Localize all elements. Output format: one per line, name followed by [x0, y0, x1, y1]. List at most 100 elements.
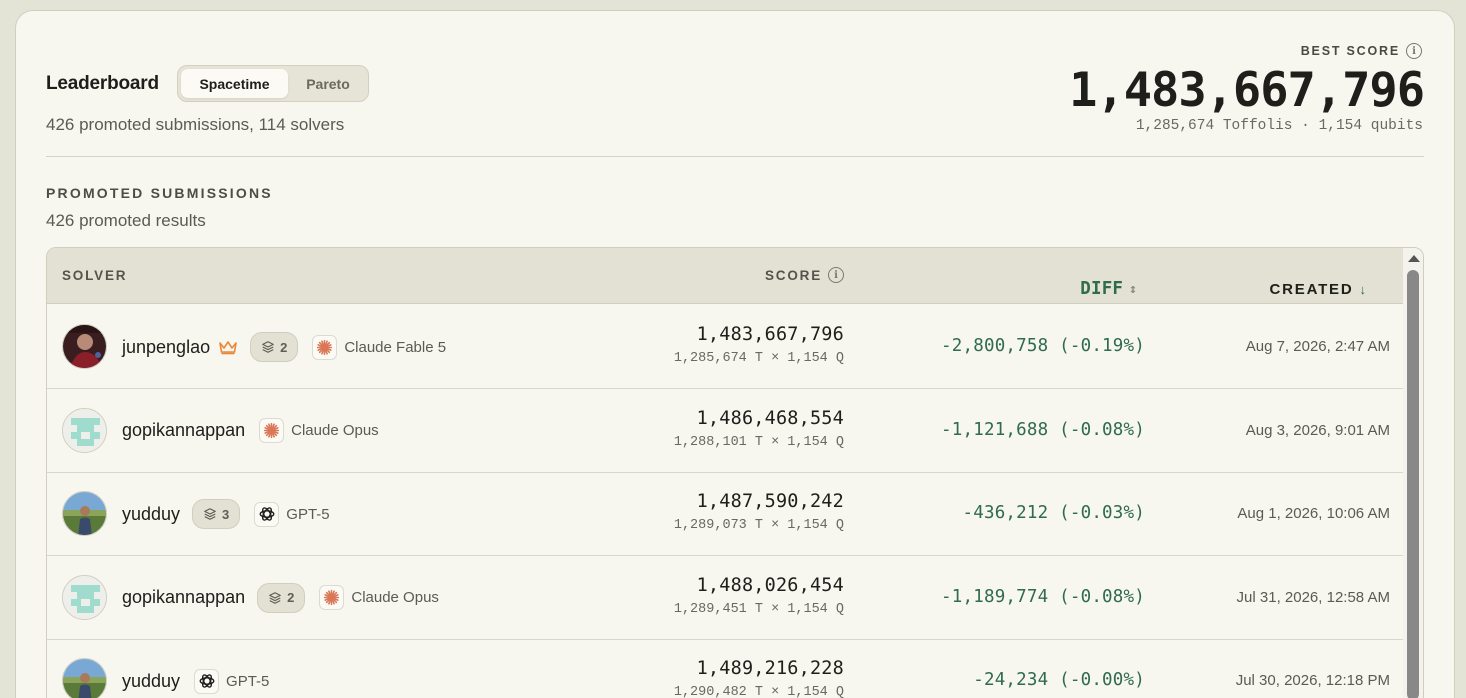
table-row[interactable]: yudduy GPT-5 1,489,216,228 1,290,482 T × 1,… [47, 639, 1405, 698]
model-name: Claude Opus [351, 589, 439, 606]
scrollbar[interactable] [1403, 248, 1423, 698]
column-score-label: SCORE [764, 267, 822, 283]
avatar[interactable] [62, 491, 107, 536]
score-cell: 1,483,667,796 1,285,674 T × 1,154 Q [674, 324, 844, 366]
solver-cell: yudduy 3 GPT-5 [122, 472, 330, 556]
table-header: SOLVER SCORE i DIFF ↕ CREATED ↓ [47, 248, 1405, 304]
solver-name[interactable]: gopikannappan [122, 587, 245, 608]
sort-desc-icon: ↓ [1359, 282, 1367, 297]
column-created[interactable]: CREATED ↓ [1270, 281, 1367, 298]
score-cell: 1,488,026,454 1,289,451 T × 1,154 Q [674, 575, 844, 617]
score-cell: 1,487,590,242 1,289,073 T × 1,154 Q [674, 491, 844, 533]
diff-value: -1,189,774 (-0.08%) [941, 586, 1145, 607]
model-tag: Claude Opus [259, 418, 379, 443]
layers-count: 2 [280, 339, 288, 355]
solver-cell: gopikannappan Claude Opus [122, 389, 379, 473]
avatar[interactable] [62, 324, 107, 369]
score-details: 1,290,482 T × 1,154 Q [673, 685, 844, 698]
diff-value: -1,121,688 (-0.08%) [941, 419, 1145, 440]
section-title: PROMOTED SUBMISSIONS [46, 185, 273, 201]
tab-pareto[interactable]: Pareto [290, 69, 366, 98]
leaderboard-card: Leaderboard Spacetime Pareto 426 promote… [15, 10, 1455, 698]
divider [46, 156, 1424, 157]
model-name: GPT-5 [286, 505, 330, 523]
score-cell: 1,489,216,228 1,290,482 T × 1,154 Q [674, 658, 844, 698]
leaderboard-summary: 426 promoted submissions, 114 solvers [46, 115, 345, 134]
solver-cell: yudduy GPT-5 [122, 639, 269, 698]
score-value: 1,483,667,796 [696, 324, 844, 345]
best-score-value: 1,483,667,796 [1069, 63, 1425, 118]
layers-count: 2 [287, 590, 295, 605]
tab-spacetime[interactable]: Spacetime [181, 69, 288, 98]
created-date: Aug 7, 2026, 2:47 AM [1245, 338, 1390, 355]
created-date: Jul 30, 2026, 12:18 PM [1235, 672, 1390, 689]
created-date: Jul 31, 2026, 12:58 AM [1236, 588, 1390, 606]
model-name: Claude Fable 5 [344, 338, 447, 356]
crown-icon [218, 339, 238, 355]
openai-icon [194, 668, 220, 694]
table-row[interactable]: junpenglao 2 Claude Fable 5 1,483,667,796 1,… [47, 305, 1405, 389]
column-score[interactable]: SCORE i [765, 267, 844, 283]
solver-name[interactable]: yudduy [122, 504, 180, 525]
column-diff[interactable]: DIFF ↕ [1080, 279, 1137, 299]
avatar[interactable] [62, 574, 107, 620]
claude-icon [259, 418, 285, 443]
score-details: 1,288,101 T × 1,154 Q [673, 434, 844, 450]
best-score-label-wrap: BEST SCORE i [1301, 43, 1422, 59]
avatar[interactable] [62, 407, 107, 453]
diff-value: -436,212 (-0.03%) [962, 503, 1145, 523]
layers-icon [261, 340, 275, 354]
column-created-label: CREATED [1269, 281, 1354, 298]
solver-name[interactable]: gopikannappan [122, 420, 245, 441]
claude-icon [312, 334, 338, 360]
model-tag: GPT-5 [194, 668, 270, 694]
diff-value: -24,234 (-0.00%) [973, 670, 1145, 690]
solver-name[interactable]: junpenglao [122, 337, 210, 358]
model-tag: Claude Fable 5 [312, 334, 447, 360]
claude-icon [319, 585, 345, 610]
column-solver[interactable]: SOLVER [62, 268, 127, 283]
model-tag: Claude Opus [319, 585, 439, 610]
solver-cell: junpenglao 2 Claude Fable 5 [122, 305, 446, 389]
openai-icon [254, 501, 280, 527]
submissions-table: SOLVER SCORE i DIFF ↕ CREATED ↓ junpengl… [46, 247, 1424, 698]
score-details: 1,289,073 T × 1,154 Q [673, 518, 844, 533]
model-name: Claude Opus [291, 422, 379, 439]
score-value: 1,487,590,242 [696, 491, 844, 512]
info-icon[interactable]: i [1406, 43, 1422, 59]
model-tag: GPT-5 [254, 501, 330, 527]
created-date: Aug 3, 2026, 9:01 AM [1245, 421, 1390, 439]
score-value: 1,488,026,454 [696, 574, 844, 596]
score-value: 1,489,216,228 [696, 658, 844, 679]
created-date: Aug 1, 2026, 10:06 AM [1237, 505, 1390, 522]
avatar[interactable] [62, 658, 107, 698]
table-row[interactable]: yudduy 3 GPT-5 1,487,590,242 1,289,073 T × 1… [47, 472, 1405, 556]
page-title: Leaderboard [46, 73, 159, 94]
section-subtitle: 426 promoted results [46, 211, 206, 230]
column-diff-label: DIFF [1080, 279, 1124, 299]
view-toggle: Spacetime Pareto [177, 65, 369, 102]
best-score-label: BEST SCORE [1300, 44, 1400, 58]
layers-badge[interactable]: 2 [250, 332, 299, 362]
scroll-up-icon[interactable] [1408, 255, 1420, 262]
layers-icon [203, 507, 217, 521]
layers-count: 3 [222, 506, 230, 522]
table-row[interactable]: gopikannappan 2 Claude Opus 1,488,026,454 1,… [47, 556, 1405, 640]
table-row[interactable]: gopikannappan Claude Opus 1,486,468,554 1,2… [47, 389, 1405, 473]
info-icon[interactable]: i [828, 267, 844, 283]
layers-badge[interactable]: 3 [192, 499, 241, 529]
best-score-details: 1,285,674 Toffolis · 1,154 qubits [1135, 118, 1423, 134]
diff-value: -2,800,758 (-0.19%) [941, 336, 1145, 356]
solver-cell: gopikannappan 2 Claude Opus [122, 556, 439, 640]
score-details: 1,289,451 T × 1,154 Q [673, 601, 844, 617]
model-name: GPT-5 [226, 672, 270, 690]
layers-icon [268, 591, 282, 605]
solver-name[interactable]: yudduy [122, 671, 180, 692]
layers-badge[interactable]: 2 [257, 582, 306, 613]
scroll-thumb[interactable] [1407, 270, 1419, 698]
column-solver-label: SOLVER [62, 268, 128, 283]
score-cell: 1,486,468,554 1,288,101 T × 1,154 Q [674, 408, 844, 450]
score-value: 1,486,468,554 [696, 407, 844, 429]
score-details: 1,285,674 T × 1,154 Q [673, 351, 844, 366]
sort-icon: ↕ [1129, 281, 1137, 297]
